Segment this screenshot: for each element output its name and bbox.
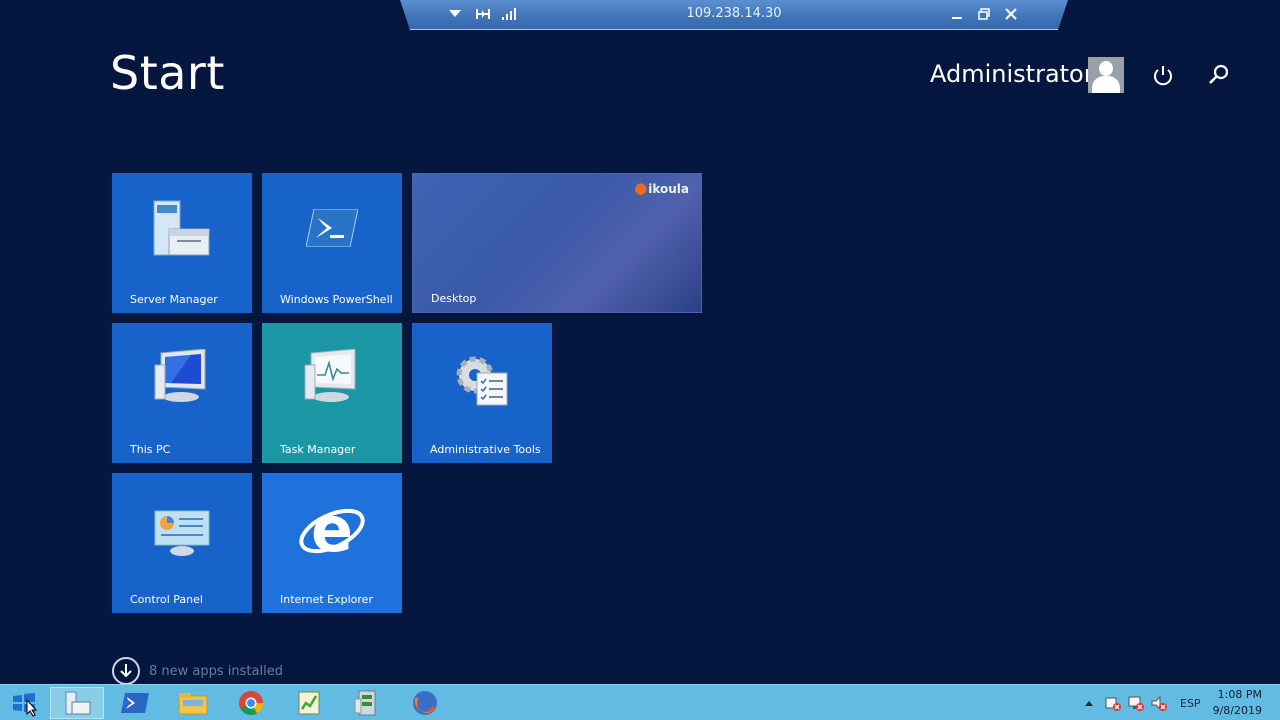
avatar[interactable]: [1088, 57, 1124, 93]
taskbar-cpu-monitor[interactable]: [340, 687, 394, 719]
tile-label: Internet Explorer: [280, 593, 373, 606]
taskbar: ESP 1:08 PM 9/8/2019: [0, 684, 1280, 720]
clock-time: 1:08 PM: [1217, 688, 1262, 701]
mouse-cursor-icon: [26, 698, 38, 720]
powershell-icon: [262, 209, 402, 247]
taskbar-server-manager[interactable]: [50, 687, 104, 719]
search-icon[interactable]: [1206, 62, 1232, 88]
tile-desktop[interactable]: ●ikoula Desktop: [412, 173, 702, 313]
tile-label: Control Panel: [130, 593, 203, 606]
svg-text:e: e: [311, 497, 353, 563]
control-panel-icon: [112, 507, 252, 559]
task-manager-icon: [262, 349, 402, 407]
tile-task-manager[interactable]: Task Manager: [262, 323, 402, 463]
computer-icon: [112, 349, 252, 407]
remote-host-address: 109.238.14.30: [686, 6, 782, 21]
tile-label: Desktop: [431, 292, 477, 305]
start-button[interactable]: [0, 687, 48, 719]
internet-explorer-icon: e: [262, 497, 402, 563]
tile-administrative-tools[interactable]: Administrative Tools: [412, 323, 552, 463]
clock-date: 9/8/2019: [1212, 704, 1262, 717]
tile-label: Server Manager: [130, 293, 218, 306]
admin-tools-icon: [412, 349, 552, 409]
taskbar-powershell[interactable]: [108, 687, 162, 719]
language-indicator[interactable]: ESP: [1180, 685, 1201, 720]
power-icon[interactable]: [1150, 62, 1176, 88]
tile-internet-explorer[interactable]: e Internet Explorer: [262, 473, 402, 613]
close-icon[interactable]: [1002, 5, 1020, 23]
action-center-icon[interactable]: [1104, 685, 1122, 720]
show-hidden-icons-icon[interactable]: [1084, 685, 1094, 720]
down-arrow-icon[interactable]: [112, 657, 140, 685]
tile-windows-powershell[interactable]: Windows PowerShell: [262, 173, 402, 313]
page-title: Start: [110, 46, 225, 100]
tile-control-panel[interactable]: Control Panel: [112, 473, 252, 613]
taskbar-file-explorer[interactable]: [166, 687, 220, 719]
network-icon[interactable]: [1127, 685, 1145, 720]
user-name[interactable]: Administrator: [930, 60, 1094, 88]
taskbar-task-scheduler[interactable]: [282, 687, 336, 719]
new-apps-text: 8 new apps installed: [149, 663, 283, 679]
tile-this-pc[interactable]: This PC: [112, 323, 252, 463]
tile-label: Administrative Tools: [430, 443, 541, 456]
ikoula-logo: ●ikoula: [634, 179, 689, 197]
taskbar-chrome[interactable]: [224, 687, 278, 719]
volume-icon[interactable]: [1150, 685, 1168, 720]
restore-icon[interactable]: [975, 5, 993, 23]
tile-label: Task Manager: [280, 443, 356, 456]
server-manager-icon: [112, 199, 252, 259]
minimize-icon[interactable]: [948, 5, 966, 23]
remote-desktop-bar: 109.238.14.30: [400, 0, 1068, 30]
taskbar-clock[interactable]: 1:08 PM 9/8/2019: [1213, 687, 1262, 719]
new-apps-notice[interactable]: 8 new apps installed: [112, 657, 283, 685]
tile-label: Windows PowerShell: [280, 293, 393, 306]
taskbar-firefox[interactable]: [398, 687, 452, 719]
tile-label: This PC: [130, 443, 171, 456]
tile-server-manager[interactable]: Server Manager: [112, 173, 252, 313]
